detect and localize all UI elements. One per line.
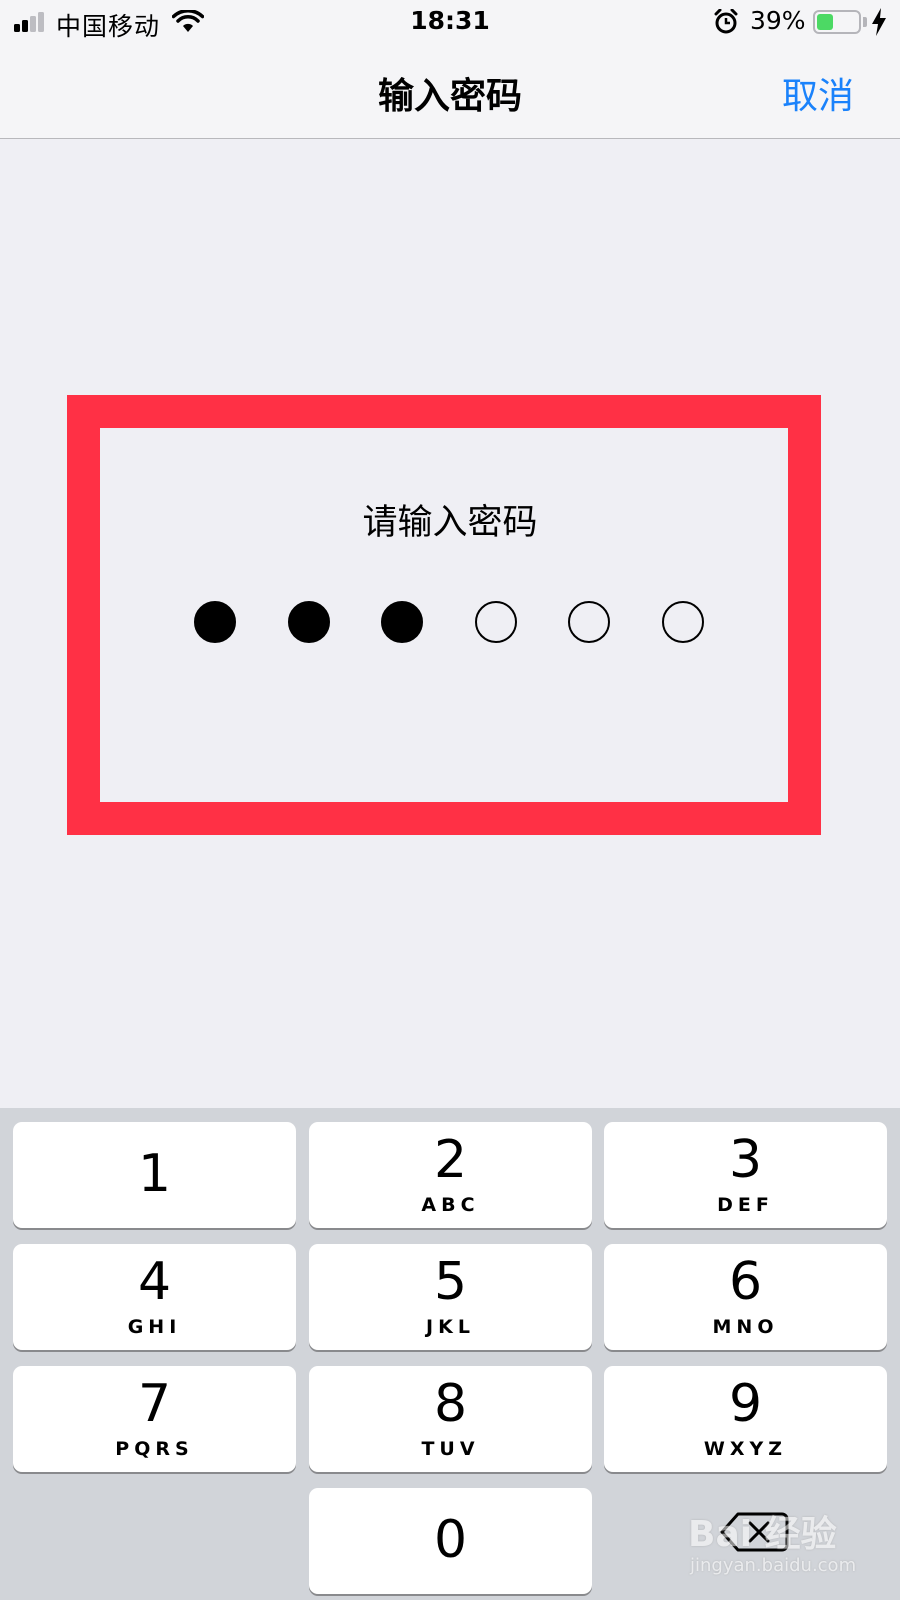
- baidu-jingyan-watermark: Bai 经验 jingyan.baidu.com: [688, 1505, 868, 1585]
- key-digit: 6: [728, 1252, 763, 1312]
- battery-percent: 39%: [750, 6, 806, 35]
- cancel-button[interactable]: 取消: [782, 67, 854, 119]
- passcode-dot-filled: [287, 601, 330, 643]
- passcode-dots: [0, 601, 900, 645]
- key-digit: 0: [433, 1510, 468, 1570]
- key-digit: 2: [433, 1130, 468, 1190]
- key-2[interactable]: 2 ABC: [309, 1122, 592, 1228]
- key-digit: 4: [137, 1252, 172, 1312]
- key-digit: 1: [137, 1144, 172, 1204]
- passcode-prompt: 请输入密码: [362, 503, 538, 543]
- watermark-logo: Bai 经验: [688, 1514, 837, 1555]
- watermark-url: jingyan.baidu.com: [690, 1555, 857, 1576]
- battery-nub: [863, 17, 867, 27]
- charging-icon: [872, 8, 886, 36]
- key-letters: ABC: [421, 1194, 480, 1216]
- key-3[interactable]: 3 DEF: [604, 1122, 887, 1228]
- key-4[interactable]: 4 GHI: [13, 1244, 296, 1350]
- key-letters: WXYZ: [703, 1438, 788, 1460]
- nav-bar: 输入密码 取消: [0, 45, 900, 139]
- battery-icon: [813, 10, 861, 34]
- status-bar: 中国移动 18:31 39%: [0, 0, 900, 45]
- passcode-dot-filled: [194, 601, 236, 643]
- alarm-icon: [714, 9, 738, 34]
- key-digit: 7: [137, 1374, 172, 1434]
- key-letters: TUV: [421, 1438, 480, 1460]
- key-letters: PQRS: [115, 1438, 194, 1460]
- key-digit: 3: [728, 1130, 763, 1190]
- key-8[interactable]: 8 TUV: [309, 1366, 592, 1472]
- key-letters: JKL: [426, 1316, 475, 1338]
- key-letters: GHI: [127, 1316, 182, 1338]
- passcode-dot-empty: [474, 601, 517, 643]
- key-letters: DEF: [717, 1194, 774, 1216]
- key-0[interactable]: 0: [309, 1488, 592, 1594]
- passcode-dot-empty: [662, 601, 704, 643]
- key-letters: MNO: [712, 1316, 779, 1338]
- key-6[interactable]: 6 MNO: [604, 1244, 887, 1350]
- passcode-dot-empty: [568, 601, 611, 643]
- key-digit: 8: [433, 1374, 468, 1434]
- page-title: 输入密码: [377, 76, 522, 117]
- key-9[interactable]: 9 WXYZ: [604, 1366, 887, 1472]
- key-1[interactable]: 1: [13, 1122, 296, 1228]
- key-digit: 9: [728, 1374, 763, 1434]
- key-digit: 5: [433, 1252, 468, 1312]
- passcode-dot-filled: [381, 601, 424, 643]
- battery-level-fill: [817, 14, 833, 30]
- key-5[interactable]: 5 JKL: [309, 1244, 592, 1350]
- key-7[interactable]: 7 PQRS: [13, 1366, 296, 1472]
